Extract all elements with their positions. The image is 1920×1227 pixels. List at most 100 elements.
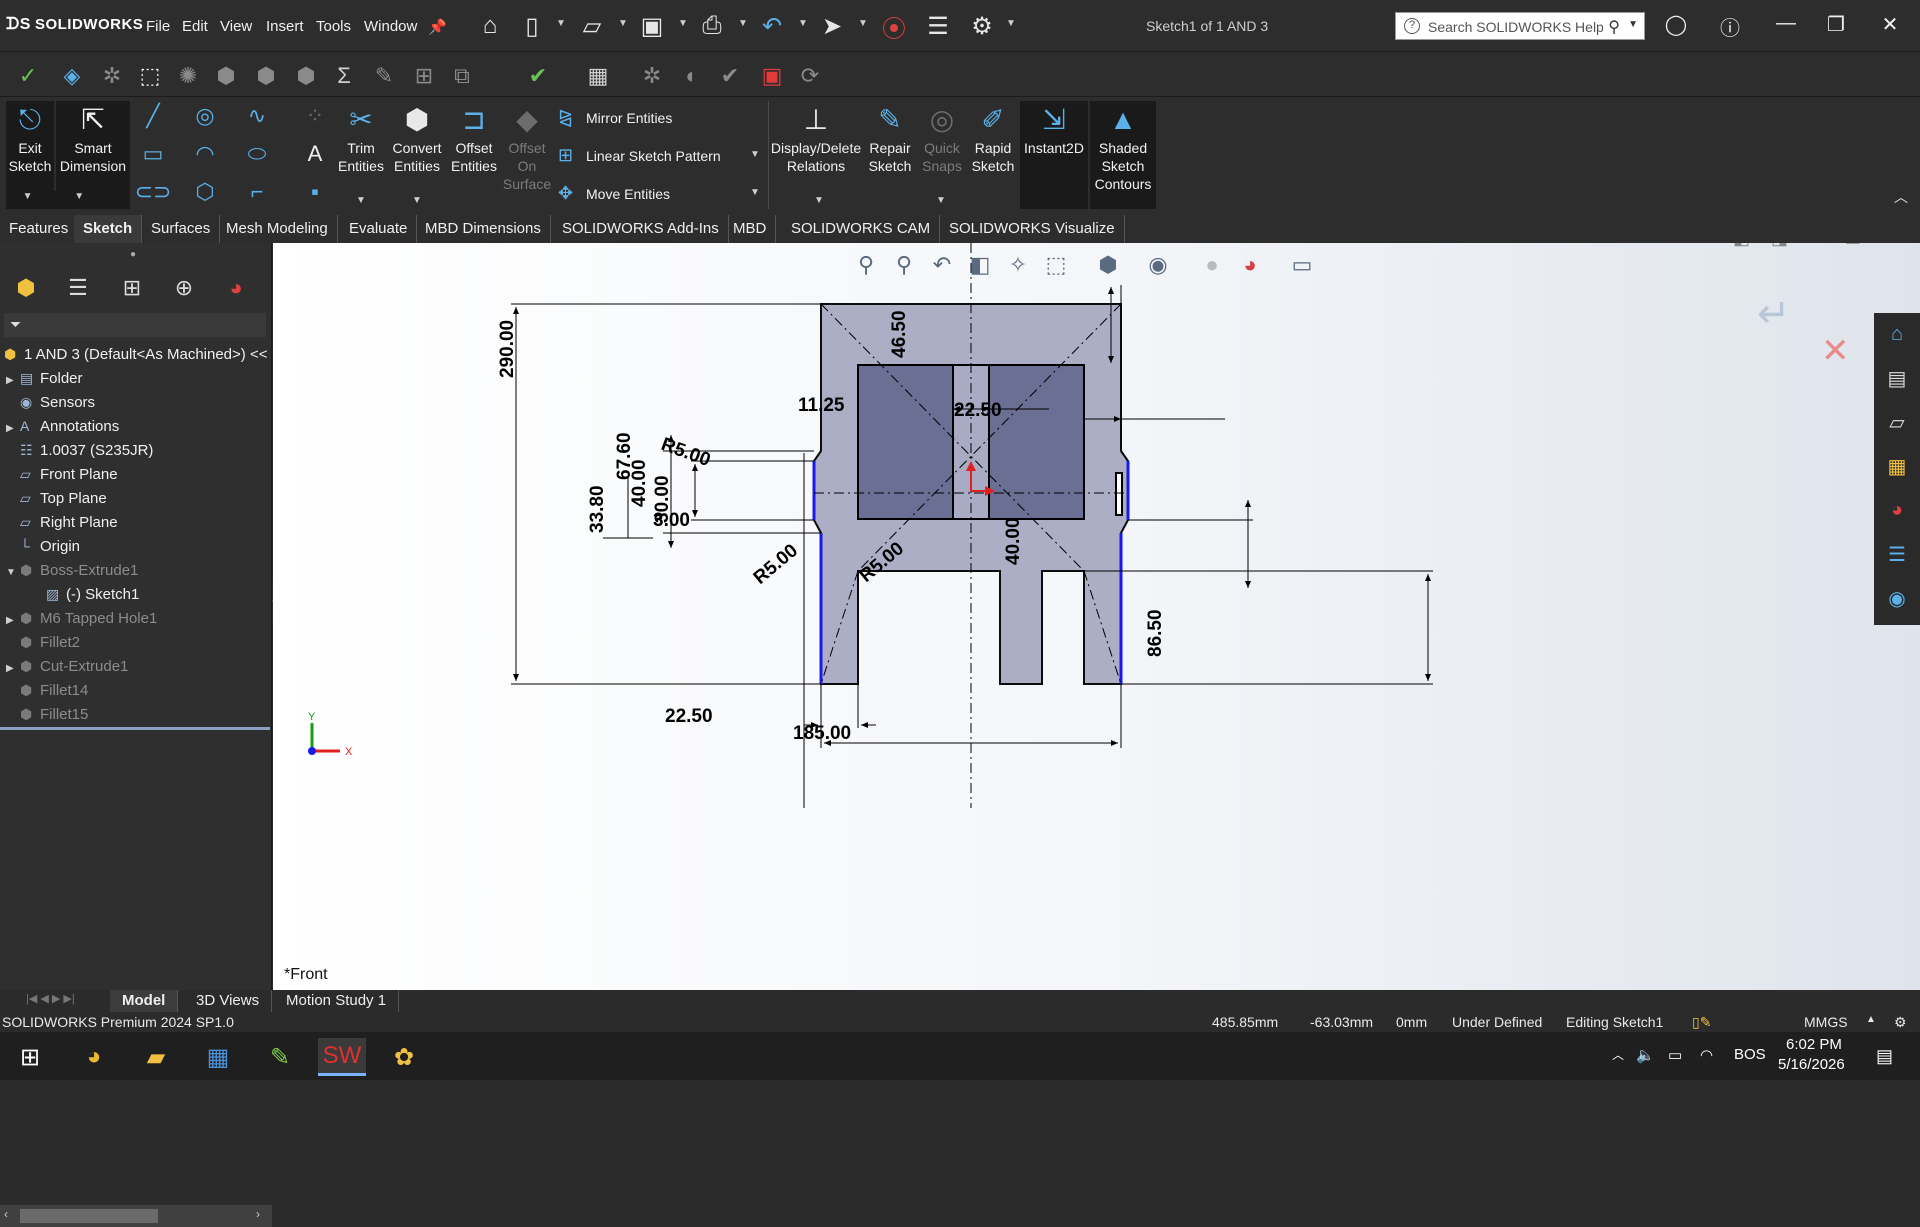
chevron-down-icon[interactable]: ▼	[1628, 19, 1638, 30]
viewport-close-icon[interactable]: ✕	[1881, 243, 1896, 249]
tree-item-tapped-hole[interactable]: ▶ ⬢ M6 Tapped Hole1	[6, 610, 157, 634]
notifications-icon[interactable]: ▤	[1876, 1046, 1893, 1067]
calculator-icon[interactable]: ▦	[194, 1038, 242, 1076]
dim-40-right[interactable]: 40.00	[1003, 517, 1024, 565]
view-palette-icon[interactable]: ▦	[1880, 449, 1914, 483]
pin-icon[interactable]: 📌	[428, 18, 447, 36]
quick-snaps-button[interactable]: ◎ Quick Snaps	[918, 101, 966, 209]
volume-icon[interactable]: 🔈	[1636, 1046, 1655, 1064]
dim-22-50-bottom[interactable]: 22.50	[665, 706, 713, 727]
slot-icon[interactable]: ⊂⊃	[135, 177, 172, 207]
home-icon[interactable]: ⌂	[474, 10, 506, 42]
tree-item-fillet2[interactable]: ⬢ Fillet2	[6, 634, 80, 658]
tab-features[interactable]: Features	[0, 215, 79, 243]
arc-icon[interactable]: ◠	[190, 139, 220, 169]
select-arrow-icon[interactable]: ➤	[816, 10, 848, 42]
close-icon[interactable]: ✕	[1874, 12, 1906, 40]
tab-surfaces[interactable]: Surfaces	[142, 215, 221, 243]
clock-time[interactable]: 6:02 PM	[1786, 1036, 1842, 1053]
dim-290[interactable]: 290.00	[497, 320, 518, 378]
chevron-right-icon[interactable]: ▶	[6, 375, 20, 386]
menu-insert[interactable]: Insert	[266, 18, 304, 35]
forum-icon[interactable]: ◉	[1880, 581, 1914, 615]
tab-mbd[interactable]: MBD	[724, 215, 777, 243]
instant2d-button[interactable]: ⇲ Instant2D	[1020, 101, 1088, 209]
shaded-sketch-contours-button[interactable]: ▲ Shaded Sketch Contours	[1090, 101, 1156, 209]
trim-entities-button[interactable]: ✂ Trim Entities	[336, 101, 386, 209]
tab-solidworks-add-ins[interactable]: SOLIDWORKS Add-Ins	[553, 215, 729, 243]
gear-disabled-icon[interactable]: ✲	[96, 61, 128, 91]
open-folder-icon[interactable]: ▱	[576, 10, 608, 42]
rollback-bar[interactable]	[0, 727, 270, 730]
text-icon[interactable]: A	[300, 139, 330, 169]
dim-r5-top[interactable]: R5.00	[658, 434, 713, 471]
table-check-icon[interactable]: ▦	[582, 61, 614, 91]
point-icon[interactable]: ▪	[300, 177, 330, 207]
tab-mbd-dimensions[interactable]: MBD Dimensions	[416, 215, 551, 243]
dim-r5-mid-left[interactable]: R5.00	[750, 540, 802, 589]
dimxpert-tab-icon[interactable]: ⊕	[164, 271, 204, 305]
restore-icon[interactable]: ❐	[1820, 12, 1852, 40]
dim-33-80[interactable]: 33.80	[587, 485, 608, 533]
appearances-icon[interactable]: ◕	[1880, 493, 1914, 527]
wifi-icon[interactable]: ◠	[1700, 1046, 1713, 1064]
spline-icon[interactable]: ∿	[242, 101, 272, 131]
repair-sketch-button[interactable]: ✎ Repair Sketch	[864, 101, 916, 209]
chevron-down-icon[interactable]: ▼	[356, 195, 366, 206]
tree-item-sketch1[interactable]: ▨ (-) Sketch1	[46, 586, 139, 610]
chevron-right-icon[interactable]: ▶	[6, 615, 20, 626]
accept-icon[interactable]: ✔	[714, 61, 746, 91]
tree-item-cut-extrude1[interactable]: ▶ ⬢ Cut-Extrude1	[6, 658, 128, 682]
chevron-up-icon[interactable]: ︿	[1612, 1046, 1624, 1063]
feature-manager-tab-icon[interactable]: ⬢	[6, 271, 46, 305]
menu-edit[interactable]: Edit	[182, 18, 208, 35]
polygon-icon[interactable]: ⬡	[190, 177, 220, 207]
chevron-right-icon[interactable]: ›	[256, 1207, 260, 1221]
circle-icon[interactable]: ◎	[190, 101, 220, 131]
print-icon[interactable]: ⎙	[696, 10, 728, 42]
chrome-icon[interactable]: ◕	[70, 1038, 118, 1076]
tab-solidworks-visualize[interactable]: SOLIDWORKS Visualize	[940, 215, 1125, 243]
traffic-light-icon[interactable]: ⦿	[878, 10, 910, 43]
dim-40-left[interactable]: 40.00	[629, 459, 650, 507]
tree-item-front-plane[interactable]: ▱ Front Plane	[6, 466, 118, 490]
layers-icon[interactable]: ⧉	[446, 61, 478, 91]
sketch-rebuild-icon[interactable]: ◈	[56, 61, 88, 91]
customize-icon[interactable]: ⚙	[1894, 1014, 1907, 1031]
tree-item-origin[interactable]: └ Origin	[6, 538, 80, 562]
tree-horizontal-scrollbar[interactable]: ‹ ›	[0, 1205, 272, 1227]
chevron-down-icon[interactable]: ▼	[6, 567, 20, 578]
gear-icon[interactable]: ⚙	[966, 10, 998, 42]
tab-mesh-modeling[interactable]: Mesh Modeling	[217, 215, 338, 243]
tree-filter-field[interactable]: ⏷	[4, 313, 266, 337]
rebuild-icon[interactable]: ▯✎	[1692, 1014, 1711, 1031]
tree-item-right-plane[interactable]: ▱ Right Plane	[6, 514, 118, 538]
dotted-grid-icon[interactable]: ⁘	[300, 101, 330, 131]
solidworks-logo[interactable]: ᗪS SOLIDWORKS	[6, 16, 143, 34]
fillet-sketch-icon[interactable]: ⌐	[242, 177, 272, 207]
collapse-ribbon-icon[interactable]: ︿	[1894, 187, 1908, 207]
convert-entities-button[interactable]: ⬢ Convert Entities	[388, 101, 446, 209]
tree-item-folder[interactable]: ▶ ▤ Folder	[6, 370, 83, 394]
right-slot[interactable]	[1115, 472, 1123, 516]
menu-view[interactable]: View	[220, 18, 252, 35]
rapid-sketch-button[interactable]: ✐ Rapid Sketch	[968, 101, 1018, 209]
tab-evaluate[interactable]: Evaluate	[340, 215, 418, 243]
file-explorer-taskbar-icon[interactable]: ▰	[132, 1038, 180, 1076]
custom-properties-icon[interactable]: ☰	[1880, 537, 1914, 571]
chevron-down-icon[interactable]: ▼	[412, 195, 422, 206]
chevron-right-icon[interactable]: ▶	[6, 663, 20, 674]
surface-icon[interactable]: ◐	[676, 61, 708, 91]
file-properties-icon[interactable]: ☰	[922, 10, 954, 42]
dim-86-50[interactable]: 86.50	[1145, 609, 1166, 657]
tree-item-annotations[interactable]: ▶ A Annotations	[6, 418, 119, 442]
tab-solidworks-cam[interactable]: SOLIDWORKS CAM	[782, 215, 941, 243]
tree-item-material[interactable]: ☷ 1.0037 (S235JR)	[6, 442, 153, 466]
offset-on-surface-button[interactable]: ◆ Offset On Surface	[502, 101, 552, 209]
configuration-manager-tab-icon[interactable]: ⊞	[112, 271, 152, 305]
battery-icon[interactable]: ▭	[1668, 1046, 1682, 1064]
menu-file[interactable]: File	[146, 18, 170, 35]
mirror-entities-button[interactable]: ⧎ Mirror Entities	[558, 107, 672, 128]
chevron-down-icon[interactable]: ▼	[738, 18, 748, 29]
sketch-state[interactable]: Under Defined	[1452, 1014, 1542, 1030]
